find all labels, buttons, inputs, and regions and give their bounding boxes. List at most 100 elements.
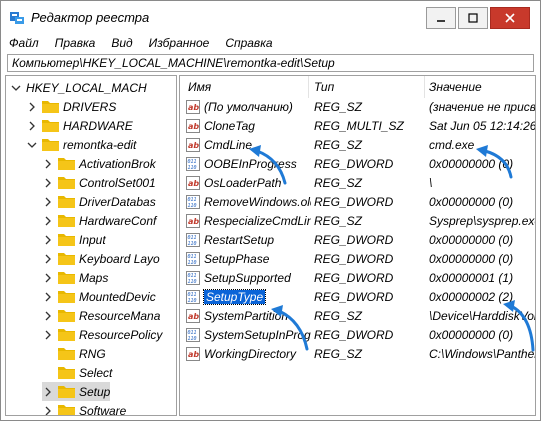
title-bar[interactable]: Редактор реестра <box>1 1 540 33</box>
column-divider[interactable] <box>424 76 425 98</box>
menu-favorites[interactable]: Избранное <box>149 36 210 50</box>
value-row[interactable]: 011 110 SetupSupported REG_DWORD 0x00000001 … <box>180 269 535 288</box>
svg-text:ab: ab <box>188 141 199 150</box>
tree-item[interactable]: ResourceMana <box>42 306 160 325</box>
chevron-right-icon[interactable] <box>42 253 54 265</box>
string-value-icon: ab <box>186 138 200 152</box>
tree-item[interactable]: HardwareConf <box>42 211 156 230</box>
menu-help[interactable]: Справка <box>225 36 272 50</box>
chevron-right-icon[interactable] <box>26 120 38 132</box>
tree-item[interactable]: ControlSet001 <box>42 173 156 192</box>
column-divider[interactable] <box>308 76 309 98</box>
tree-item[interactable]: HKEY_LOCAL_MACH <box>10 78 147 97</box>
tree-item[interactable]: DRIVERS <box>26 97 116 116</box>
value-name: RespecializeCmdLine <box>204 214 311 228</box>
tree-item-label: HARDWARE <box>63 118 133 133</box>
chevron-right-icon[interactable] <box>42 215 54 227</box>
values-list[interactable]: Имя Тип Значение ab (По умолчанию) REG_SZ (… <box>179 75 536 416</box>
tree-item-label: Input <box>79 232 106 247</box>
menu-edit[interactable]: Правка <box>55 36 96 50</box>
tree-item[interactable]: Keyboard Layo <box>42 249 160 268</box>
value-name: CmdLine <box>204 138 253 152</box>
tree-item[interactable]: RNG <box>42 344 106 363</box>
chevron-right-icon[interactable] <box>42 405 54 416</box>
value-data: Sysprep\sysprep.exe <box>429 214 536 228</box>
value-data: \Device\HarddiskVolume1 <box>429 309 535 323</box>
value-row[interactable]: 011 110 RemoveWindows.old REG_DWORD 0x000000… <box>180 193 535 212</box>
tree-item-label: ActivationBrok <box>79 156 156 171</box>
value-row[interactable]: ab RespecializeCmdLine REG_SZ Sysprep\syspr… <box>180 212 536 231</box>
string-value-icon: ab <box>186 309 200 323</box>
tree-item[interactable]: Input <box>42 230 106 249</box>
folder-icon <box>58 272 75 284</box>
value-type: REG_DWORD <box>314 328 394 342</box>
chevron-right-icon[interactable] <box>42 329 54 341</box>
tree-item[interactable]: MountedDevic <box>42 287 156 306</box>
value-row[interactable]: ab CloneTag REG_MULTI_SZ Sat Jun 05 12:14:2… <box>180 117 536 136</box>
folder-icon <box>58 386 75 398</box>
value-type: REG_SZ <box>314 214 363 228</box>
column-header-type[interactable]: Тип <box>314 80 334 94</box>
value-row[interactable]: 011110 SystemSetupInProgressREG_DWORD 0x00… <box>180 326 535 345</box>
value-row[interactable]: ab CmdLine REG_SZ cmd.exe <box>180 136 535 155</box>
value-data: 0x00000000 (0) <box>429 328 514 342</box>
value-row[interactable]: ab OsLoaderPath REG_SZ \ <box>180 174 535 193</box>
value-data: 0x00000002 (2) <box>429 290 514 304</box>
value-name: SystemPartition <box>204 309 289 323</box>
tree-item[interactable]: DriverDatabas <box>42 192 156 211</box>
value-row[interactable]: 011 110 SetupPhase REG_DWORD 0x00000000 (0) <box>180 250 535 269</box>
chevron-right-icon[interactable] <box>26 101 38 113</box>
address-bar[interactable]: Компьютер\HKEY_LOCAL_MACHINE\remontka-ed… <box>7 54 534 72</box>
value-name: SetupSupported <box>204 271 291 285</box>
chevron-right-icon[interactable] <box>42 196 54 208</box>
tree-item-label: RNG <box>79 346 106 361</box>
tree-item[interactable]: Software <box>42 401 126 416</box>
value-type: REG_MULTI_SZ <box>314 119 404 133</box>
chevron-right-icon[interactable] <box>42 386 54 398</box>
tree-item[interactable]: ActivationBrok <box>42 154 156 173</box>
value-row[interactable]: ab (По умолчанию) REG_SZ (значение не присв… <box>180 98 535 117</box>
chevron-right-icon[interactable] <box>42 291 54 303</box>
folder-icon <box>58 348 75 360</box>
folder-icon <box>58 177 75 189</box>
tree-item[interactable]: remontka-edit <box>26 135 136 154</box>
value-data: Sat Jun 05 12:14:26 2021 <box>429 119 536 133</box>
key-tree[interactable]: HKEY_LOCAL_MACH DRIVERS HARDWARE remontka-e… <box>5 75 177 416</box>
chevron-right-icon[interactable] <box>42 158 54 170</box>
tree-item[interactable]: ResourcePolicy <box>42 325 162 344</box>
registry-editor-window: Редактор реестра Файл Правка Вид Избранн… <box>0 0 541 421</box>
value-row[interactable]: 011 110 OOBEInProgress REG_DWORD 0x00000000 … <box>180 155 535 174</box>
value-type: REG_DWORD <box>314 157 394 171</box>
tree-item[interactable]: Select <box>42 363 112 382</box>
value-name: (По умолчанию) <box>204 100 293 114</box>
value-type: REG_DWORD <box>314 195 394 209</box>
tree-item-label: Keyboard Layo <box>79 251 160 266</box>
column-header-name[interactable]: Имя <box>188 80 211 94</box>
folder-icon <box>58 405 75 415</box>
tree-item[interactable]: Maps <box>42 268 108 287</box>
svg-text:ab: ab <box>188 217 199 226</box>
maximize-button[interactable] <box>458 7 488 29</box>
close-button[interactable] <box>490 7 530 29</box>
string-value-icon: ab <box>186 176 200 190</box>
value-data: cmd.exe <box>429 138 475 152</box>
value-row[interactable]: 011 110 RestartSetup REG_DWORD 0x00000000 (0… <box>180 231 535 250</box>
minimize-button[interactable] <box>426 7 456 29</box>
tree-item-label: remontka-edit <box>63 137 137 152</box>
menu-file[interactable]: Файл <box>9 36 39 50</box>
chevron-right-icon[interactable] <box>42 310 54 322</box>
menu-view[interactable]: Вид <box>111 36 132 50</box>
tree-item[interactable]: HARDWARE <box>26 116 133 135</box>
value-row[interactable]: 011 110 SetupType REG_DWORD 0x00000002 (2) <box>180 288 535 307</box>
chevron-right-icon[interactable] <box>42 272 54 284</box>
chevron-down-icon[interactable] <box>26 139 38 151</box>
chevron-down-icon[interactable] <box>10 82 22 94</box>
folder-icon <box>58 329 75 341</box>
value-row[interactable]: ab SystemPartition REG_SZ \Device\HarddiskV… <box>180 307 535 326</box>
column-header-data[interactable]: Значение <box>429 80 482 94</box>
chevron-right-icon[interactable] <box>42 177 54 189</box>
value-row[interactable]: ab WorkingDirectory REG_SZ C:\Windows\Panth… <box>180 345 535 364</box>
tree-item[interactable]: Setup <box>42 382 111 401</box>
chevron-right-icon[interactable] <box>42 234 54 246</box>
